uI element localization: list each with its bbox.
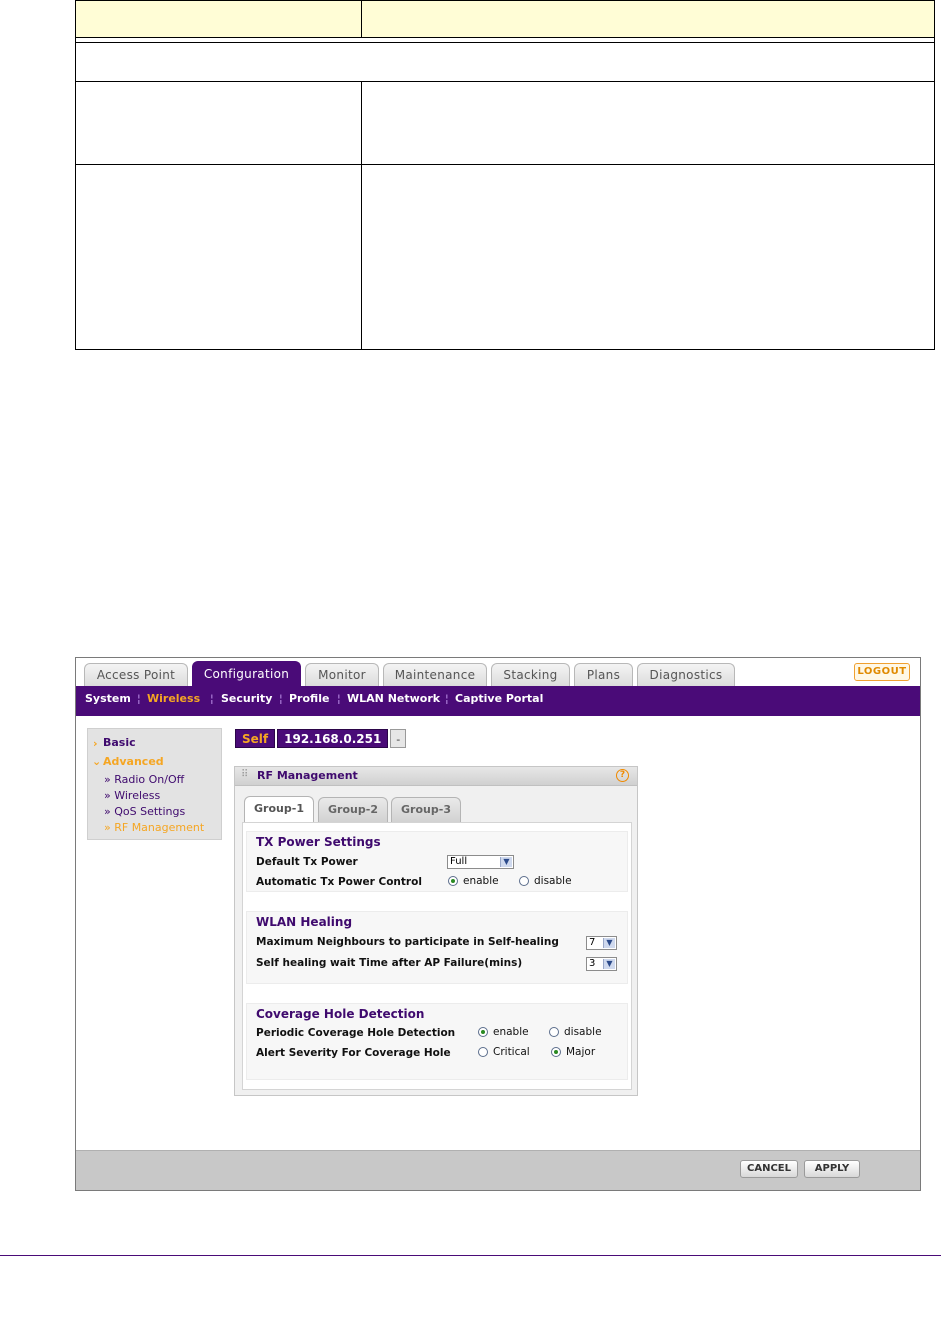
table-rule [75, 42, 935, 43]
sub-nav-bar: System ¦ Wireless ¦ Security ¦ Profile ¦… [76, 686, 920, 716]
chevron-down-icon: ▼ [603, 959, 615, 969]
default-tx-power-select[interactable]: Full ▼ [447, 855, 514, 869]
wait-time-select[interactable]: 3 ▼ [586, 957, 617, 971]
table-rule [75, 164, 935, 165]
radio-label: Critical [493, 1046, 530, 1058]
default-tx-power-label: Default Tx Power [256, 856, 358, 868]
table-rule [75, 81, 935, 82]
top-tab-bar: Access Point Configuration Monitor Maint… [76, 658, 920, 686]
panel-title: RF Management [257, 769, 358, 782]
sidebar-item-basic[interactable]: Basic [103, 736, 136, 749]
ap-self-label[interactable]: Self [235, 729, 276, 748]
coverage-hole-section: Coverage Hole Detection Periodic Coverag… [246, 1003, 628, 1080]
table-header-row [75, 0, 935, 38]
radio-label: disable [534, 875, 572, 887]
table-header-divider [361, 0, 362, 38]
periodic-enable-radio[interactable] [478, 1027, 488, 1037]
tab-group-3[interactable]: Group-3 [391, 797, 461, 822]
footer-action-bar: CANCEL APPLY [76, 1150, 920, 1190]
auto-tx-power-label: Automatic Tx Power Control [256, 876, 422, 888]
tab-maintenance[interactable]: Maintenance [383, 663, 487, 686]
page-footer-rule [0, 1255, 941, 1256]
subnav-wlan-network[interactable]: WLAN Network [347, 692, 440, 705]
subnav-separator: ¦ [137, 692, 141, 705]
table-bottom-border [75, 349, 935, 350]
sidebar-subitem-radio-on-off[interactable]: » Radio On/Off [104, 773, 184, 786]
chevron-down-icon: ▼ [603, 938, 615, 948]
tab-stacking[interactable]: Stacking [491, 663, 570, 686]
tab-plans[interactable]: Plans [574, 663, 633, 686]
sidebar-subitem-wireless[interactable]: » Wireless [104, 789, 160, 802]
tab-diagnostics[interactable]: Diagnostics [637, 663, 735, 686]
section-title: WLAN Healing [256, 915, 353, 929]
group-tab-body: TX Power Settings Default Tx Power Full … [242, 822, 632, 1090]
help-icon[interactable]: ? [616, 769, 629, 782]
subnav-separator: ¦ [445, 692, 449, 705]
rf-management-panel: ⠿ RF Management ? Group-1 Group-2 Group-… [234, 766, 638, 1096]
max-neighbours-select[interactable]: 7 ▼ [586, 936, 617, 950]
subnav-separator: ¦ [337, 692, 341, 705]
select-value: Full [450, 856, 468, 867]
tab-access-point[interactable]: Access Point [84, 663, 188, 686]
chevron-down-icon: ⌄ [92, 755, 102, 768]
radio-label: Major [566, 1046, 596, 1058]
drag-grip-icon: ⠿ [241, 769, 249, 780]
subnav-captive-portal[interactable]: Captive Portal [455, 692, 543, 705]
select-value: 3 [589, 958, 596, 969]
subnav-system[interactable]: System [85, 692, 131, 705]
apply-button[interactable]: APPLY [804, 1160, 860, 1178]
auto-tx-enable-radio[interactable] [448, 876, 458, 886]
document-table [75, 0, 935, 350]
ui-screenshot: Access Point Configuration Monitor Maint… [75, 657, 921, 1191]
tab-group-1[interactable]: Group-1 [244, 796, 314, 822]
section-title: Coverage Hole Detection [256, 1007, 425, 1021]
tab-configuration[interactable]: Configuration [192, 661, 301, 686]
subnav-profile[interactable]: Profile [289, 692, 329, 705]
alert-critical-radio[interactable] [478, 1047, 488, 1057]
auto-tx-disable-radio[interactable] [519, 876, 529, 886]
sidebar-subitem-qos-settings[interactable]: » QoS Settings [104, 805, 185, 818]
radio-label: enable [493, 1026, 529, 1038]
table-column-divider [361, 81, 362, 350]
wait-time-label: Self healing wait Time after AP Failure(… [256, 957, 523, 969]
sidebar-item-advanced[interactable]: Advanced [103, 755, 164, 768]
periodic-detection-label: Periodic Coverage Hole Detection [256, 1027, 456, 1039]
cancel-button[interactable]: CANCEL [740, 1160, 798, 1178]
subnav-wireless[interactable]: Wireless [147, 692, 200, 705]
subnav-security[interactable]: Security [221, 692, 272, 705]
max-neighbours-label: Maximum Neighbours to participate in Sel… [256, 936, 559, 948]
chevron-down-icon: ▼ [500, 857, 512, 867]
ap-dropdown-button[interactable]: - [390, 729, 407, 748]
tab-group-2[interactable]: Group-2 [318, 797, 388, 822]
content-area: › Basic ⌄ Advanced » Radio On/Off » Wire… [76, 716, 920, 1150]
alert-major-radio[interactable] [551, 1047, 561, 1057]
periodic-disable-radio[interactable] [549, 1027, 559, 1037]
chevron-right-icon: › [93, 737, 98, 750]
alert-severity-label: Alert Severity For Coverage Hole [256, 1047, 451, 1059]
radio-label: disable [564, 1026, 602, 1038]
sidebar-subitem-rf-management[interactable]: » RF Management [104, 821, 204, 834]
subnav-separator: ¦ [210, 692, 214, 705]
subnav-separator: ¦ [279, 692, 283, 705]
tab-monitor[interactable]: Monitor [305, 663, 379, 686]
tx-power-section: TX Power Settings Default Tx Power Full … [246, 831, 628, 892]
panel-header: ⠿ RF Management ? [235, 767, 637, 786]
sidebar: › Basic ⌄ Advanced » Radio On/Off » Wire… [87, 728, 222, 840]
section-title: TX Power Settings [256, 835, 381, 849]
radio-label: enable [463, 875, 499, 887]
ap-ip-address[interactable]: 192.168.0.251 [277, 729, 389, 748]
wlan-healing-section: WLAN Healing Maximum Neighbours to parti… [246, 911, 628, 984]
table-left-border [75, 0, 76, 350]
logout-button[interactable]: LOGOUT [854, 663, 910, 681]
ap-selector[interactable]: Self 192.168.0.251 - [235, 729, 407, 748]
table-right-border [934, 0, 935, 350]
select-value: 7 [589, 937, 596, 948]
